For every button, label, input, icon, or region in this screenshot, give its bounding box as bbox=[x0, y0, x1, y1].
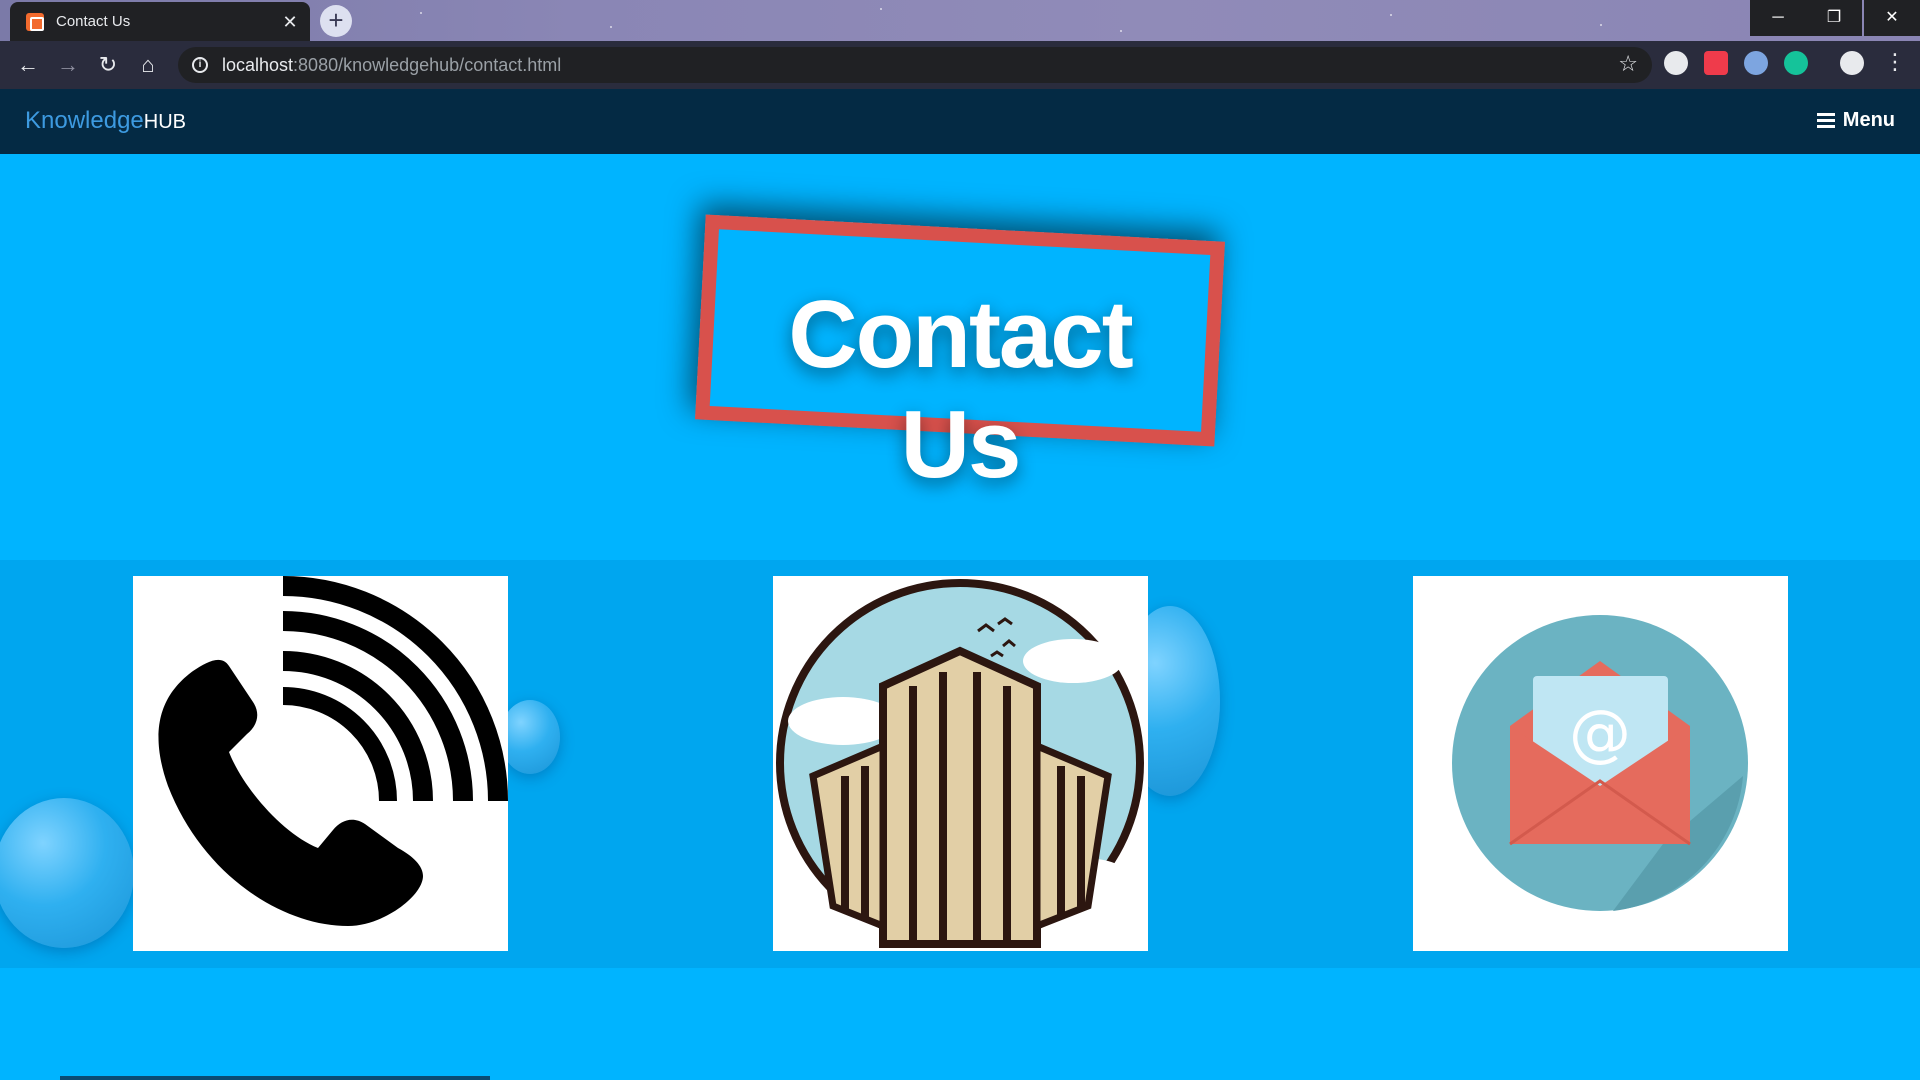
new-tab-button[interactable]: + bbox=[320, 5, 352, 37]
building-icon bbox=[773, 576, 1148, 951]
browser-menu-icon[interactable]: ⋮ bbox=[1884, 49, 1906, 75]
reload-button[interactable]: ↻ bbox=[88, 45, 128, 85]
address-card[interactable] bbox=[773, 576, 1148, 951]
phone-card[interactable] bbox=[133, 576, 508, 951]
brand-primary: Knowledge bbox=[25, 107, 144, 134]
browser-tab[interactable]: Contact Us ✕ bbox=[10, 2, 310, 41]
url-host: localhost bbox=[222, 54, 294, 75]
profile-avatar-icon[interactable] bbox=[1840, 51, 1864, 75]
window-minimize-button[interactable]: ─ bbox=[1750, 0, 1806, 36]
menu-button[interactable]: Menu bbox=[1816, 109, 1895, 132]
brand-secondary: HUB bbox=[143, 111, 186, 133]
url-path: :8080/knowledgehub/contact.html bbox=[293, 54, 562, 75]
window-maximize-button[interactable]: ❐ bbox=[1806, 0, 1862, 36]
browser-toolbar: ← → ↻ ⌂ i localhost:8080/knowledgehub/co… bbox=[0, 41, 1920, 89]
bookmark-star-icon[interactable]: ☆ bbox=[1618, 51, 1638, 77]
address-bar[interactable]: i localhost:8080/knowledgehub/contact.ht… bbox=[178, 47, 1652, 83]
hamburger-icon bbox=[1816, 113, 1835, 128]
tab-title: Contact Us bbox=[56, 13, 131, 30]
speed-dial-extension-icon[interactable] bbox=[1664, 51, 1688, 75]
extension-icon[interactable] bbox=[1744, 51, 1768, 75]
decorative-bubble bbox=[500, 700, 560, 774]
email-icon: @ bbox=[1413, 576, 1788, 951]
forward-button[interactable]: → bbox=[48, 45, 88, 85]
email-card[interactable]: @ bbox=[1413, 576, 1788, 951]
back-button[interactable]: ← bbox=[8, 45, 48, 85]
decorative-bubble bbox=[0, 798, 134, 948]
xampp-favicon-icon bbox=[26, 12, 44, 31]
menu-label: Menu bbox=[1842, 109, 1895, 131]
tab-close-icon[interactable]: ✕ bbox=[280, 12, 300, 32]
svg-text:@: @ bbox=[1569, 696, 1631, 769]
site-info-icon[interactable]: i bbox=[192, 57, 208, 73]
window-close-button[interactable]: ✕ bbox=[1864, 0, 1920, 36]
page-title: Contact Us bbox=[788, 281, 1133, 498]
footer-divider bbox=[60, 1076, 490, 1080]
grammarly-extension-icon[interactable] bbox=[1784, 51, 1808, 75]
phone-icon bbox=[133, 576, 508, 951]
pocket-extension-icon[interactable] bbox=[1704, 51, 1728, 75]
url-text: localhost:8080/knowledgehub/contact.html bbox=[222, 55, 561, 76]
home-button[interactable]: ⌂ bbox=[128, 45, 168, 85]
browser-tab-strip: Contact Us ✕ + ─ ❐ ✕ bbox=[0, 0, 1920, 41]
brand-logo[interactable]: KnowledgeHUB bbox=[25, 107, 186, 135]
site-navbar: KnowledgeHUB Menu bbox=[0, 89, 1920, 154]
